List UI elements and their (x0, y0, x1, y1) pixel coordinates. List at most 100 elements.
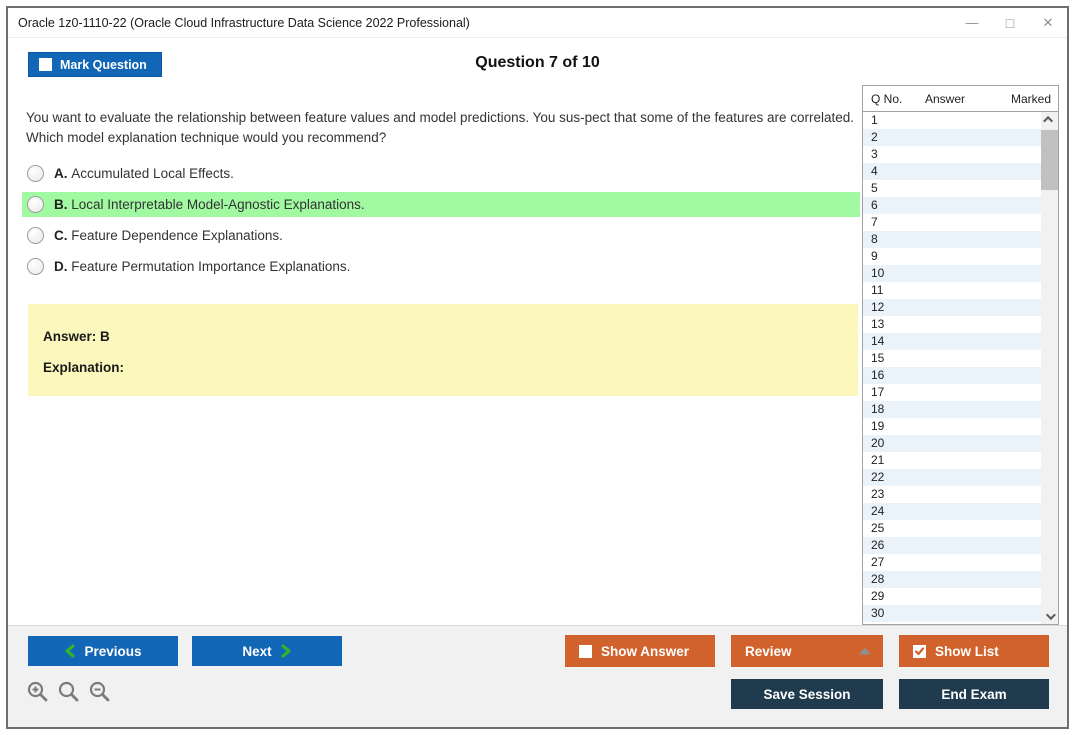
row-qno: 3 (871, 147, 878, 161)
question-list-row[interactable]: 7 (863, 214, 1041, 231)
option-row[interactable]: A. Accumulated Local Effects. (22, 161, 860, 186)
question-list-row[interactable]: 3 (863, 146, 1041, 163)
close-button[interactable]: ✕ (1029, 8, 1067, 37)
question-list-row[interactable]: 6 (863, 197, 1041, 214)
question-list-row[interactable]: 30 (863, 605, 1041, 622)
question-list-row[interactable]: 4 (863, 163, 1041, 180)
end-exam-button[interactable]: End Exam (899, 679, 1049, 709)
row-qno: 17 (871, 385, 885, 399)
question-list-row[interactable]: 1 (863, 112, 1041, 129)
zoom-in-icon[interactable] (26, 680, 50, 704)
row-qno: 4 (871, 164, 878, 178)
column-header-qno: Q No. (871, 91, 903, 106)
chevron-right-icon (281, 644, 291, 658)
question-list-row[interactable]: 13 (863, 316, 1041, 333)
row-qno: 2 (871, 130, 878, 144)
option-text: Feature Permutation Importance Explanati… (71, 259, 351, 274)
show-list-label: Show List (935, 643, 999, 659)
question-counter: Question 7 of 10 (475, 54, 600, 71)
answer-panel: Answer: B Explanation: (28, 304, 858, 396)
title-bar: Oracle 1z0-1110-22 (Oracle Cloud Infrast… (8, 8, 1067, 38)
row-qno: 27 (871, 555, 885, 569)
show-answer-button[interactable]: Show Answer (565, 635, 715, 667)
question-list-row[interactable]: 9 (863, 248, 1041, 265)
option-letter: A. (54, 166, 72, 181)
window-controls: — □ ✕ (953, 8, 1067, 37)
question-list-row[interactable]: 19 (863, 418, 1041, 435)
question-list-row[interactable]: 28 (863, 571, 1041, 588)
question-list-row[interactable]: 26 (863, 537, 1041, 554)
row-qno: 28 (871, 572, 885, 586)
minimize-button[interactable]: — (953, 8, 991, 37)
option-row[interactable]: B. Local Interpretable Model-Agnostic Ex… (22, 192, 860, 217)
row-qno: 9 (871, 249, 878, 263)
header-strip: Mark Question Question 7 of 10 (8, 38, 1067, 86)
row-qno: 20 (871, 436, 885, 450)
caret-up-icon (859, 647, 871, 655)
question-list-row[interactable]: 14 (863, 333, 1041, 350)
scroll-down-icon[interactable] (1041, 609, 1058, 624)
question-list-row[interactable]: 17 (863, 384, 1041, 401)
answer-label: Answer: B (43, 329, 110, 344)
option-text: Feature Dependence Explanations. (71, 228, 283, 243)
scroll-up-icon[interactable] (1041, 112, 1058, 127)
explanation-label: Explanation: (43, 360, 125, 375)
question-list-row[interactable]: 10 (863, 265, 1041, 282)
question-list-row[interactable]: 20 (863, 435, 1041, 452)
maximize-button[interactable]: □ (991, 8, 1029, 37)
row-qno: 21 (871, 453, 885, 467)
previous-button[interactable]: Previous (28, 636, 178, 666)
chevron-left-icon (65, 644, 76, 658)
question-list-scrollbar[interactable] (1041, 112, 1058, 624)
row-qno: 5 (871, 181, 878, 195)
question-list-row[interactable]: 21 (863, 452, 1041, 469)
row-qno: 29 (871, 589, 885, 603)
column-header-answer: Answer (925, 91, 966, 106)
question-list-row[interactable]: 8 (863, 231, 1041, 248)
row-qno: 7 (871, 215, 878, 229)
question-list-row[interactable]: 5 (863, 180, 1041, 197)
question-list-row[interactable]: 12 (863, 299, 1041, 316)
question-list-header: Q No. Answer Marked (863, 86, 1058, 112)
end-exam-label: End Exam (941, 686, 1007, 702)
window-title: Oracle 1z0-1110-22 (Oracle Cloud Infrast… (18, 15, 470, 30)
zoom-toolbar (26, 680, 112, 704)
question-text: You want to evaluate the relationship be… (26, 110, 855, 145)
row-qno: 19 (871, 419, 885, 433)
question-list-row[interactable]: 27 (863, 554, 1041, 571)
show-list-button[interactable]: Show List (899, 635, 1049, 667)
question-list-row[interactable]: 18 (863, 401, 1041, 418)
option-letter: B. (54, 197, 72, 212)
save-session-button[interactable]: Save Session (731, 679, 883, 709)
option-row[interactable]: C. Feature Dependence Explanations. (22, 223, 860, 248)
question-list-row[interactable]: 22 (863, 469, 1041, 486)
app-window: Oracle 1z0-1110-22 (Oracle Cloud Infrast… (6, 6, 1069, 729)
question-list-row[interactable]: 11 (863, 282, 1041, 299)
radio-button-icon[interactable] (27, 227, 44, 244)
review-dropdown-button[interactable]: Review (731, 635, 883, 667)
options-container: A. Accumulated Local Effects. B. Local I… (22, 161, 860, 279)
show-answer-label: Show Answer (601, 643, 690, 659)
row-qno: 13 (871, 317, 885, 331)
question-list-row[interactable]: 24 (863, 503, 1041, 520)
radio-button-icon[interactable] (27, 196, 44, 213)
question-list-row[interactable]: 2 (863, 129, 1041, 146)
option-row[interactable]: D. Feature Permutation Importance Explan… (22, 254, 860, 279)
question-list-row[interactable]: 25 (863, 520, 1041, 537)
next-button[interactable]: Next (192, 636, 342, 666)
question-list-row[interactable]: 16 (863, 367, 1041, 384)
scrollbar-thumb[interactable] (1041, 130, 1058, 190)
question-list-row[interactable]: 29 (863, 588, 1041, 605)
radio-button-icon[interactable] (27, 258, 44, 275)
footer-bar: Previous Next Show Answer Review Show Li… (8, 625, 1067, 727)
zoom-out-icon[interactable] (88, 680, 112, 704)
question-list-row[interactable]: 15 (863, 350, 1041, 367)
row-qno: 18 (871, 402, 885, 416)
row-qno: 8 (871, 232, 878, 246)
radio-button-icon[interactable] (27, 165, 44, 182)
question-list-row[interactable]: 23 (863, 486, 1041, 503)
row-qno: 11 (871, 283, 884, 297)
row-qno: 10 (871, 266, 885, 280)
row-qno: 23 (871, 487, 885, 501)
zoom-reset-icon[interactable] (57, 680, 81, 704)
